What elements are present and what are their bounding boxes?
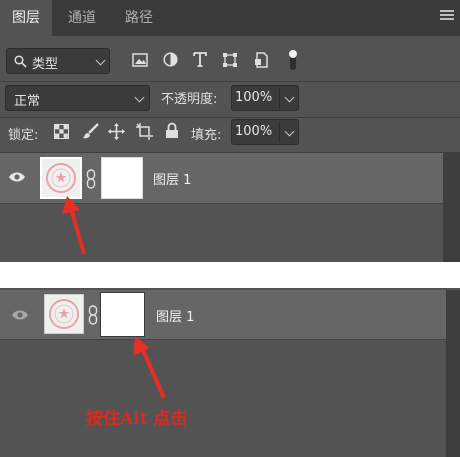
layer-name[interactable]: 图层 1 [153, 169, 191, 188]
chevron-down-icon [134, 92, 145, 103]
filter-toggle-icon[interactable] [288, 48, 298, 72]
shape-filter-icon[interactable] [222, 52, 238, 68]
lock-artboard-icon[interactable] [136, 123, 153, 140]
divider [0, 339, 446, 340]
layer-thumbnail[interactable] [44, 294, 84, 334]
link-icon[interactable] [88, 305, 98, 325]
chevron-down-icon [284, 126, 295, 137]
type-filter-icon[interactable] [193, 52, 207, 67]
lock-transparent-icon[interactable] [54, 124, 69, 139]
tab-paths[interactable]: 路径 [112, 0, 166, 36]
fill-field[interactable]: 100% [231, 119, 299, 145]
stamp-thumbnail-icon [45, 295, 83, 333]
divider [279, 88, 280, 108]
eye-icon[interactable] [11, 309, 29, 321]
layer-mask-thumbnail[interactable] [100, 292, 145, 337]
link-icon[interactable] [86, 169, 96, 189]
search-icon [14, 55, 27, 68]
divider [279, 122, 280, 142]
red-arrow-icon [133, 336, 166, 399]
blend-mode-select[interactable]: 正常 [5, 85, 150, 111]
lock-paint-icon[interactable] [82, 123, 99, 140]
opacity-value: 100% [235, 90, 273, 105]
adjustment-filter-icon[interactable] [163, 52, 178, 67]
fill-label: 填充: [191, 128, 222, 143]
annotation-caption: 按住Alt 点击 [86, 409, 188, 429]
filter-kind-select[interactable]: 类型 [6, 48, 110, 74]
opacity-field[interactable]: 100% [231, 85, 299, 111]
divider [0, 117, 460, 118]
layer-name[interactable]: 图层 1 [156, 306, 194, 325]
separator [0, 262, 460, 288]
scrollbar[interactable] [446, 290, 460, 457]
divider [0, 81, 460, 82]
lock-label: 锁定: [8, 128, 39, 143]
opacity-label: 不透明度: [161, 92, 218, 107]
filter-kind-label: 类型 [32, 57, 59, 72]
layer-mask-thumbnail[interactable] [101, 157, 143, 199]
layer-thumbnail[interactable] [40, 157, 82, 199]
tab-channels[interactable]: 通道 [52, 0, 112, 36]
scrollbar[interactable] [443, 153, 460, 262]
chevron-down-icon [95, 55, 106, 66]
layer-row[interactable]: 图层 1 [0, 290, 446, 339]
panel-tab-bar: 图层 通道 路径 [0, 0, 460, 36]
panel-menu-icon[interactable] [440, 10, 454, 24]
lock-all-icon[interactable] [165, 122, 179, 139]
eye-icon[interactable] [8, 171, 26, 183]
image-filter-icon[interactable] [132, 53, 148, 67]
chevron-down-icon [284, 92, 295, 103]
blend-mode-value: 正常 [14, 94, 41, 109]
fill-value: 100% [235, 124, 273, 139]
lock-position-icon[interactable] [108, 123, 125, 140]
stamp-thumbnail-icon [42, 159, 80, 197]
red-arrow-icon [62, 196, 86, 255]
smart-object-filter-icon[interactable] [254, 52, 269, 68]
tab-layers[interactable]: 图层 [0, 0, 52, 36]
